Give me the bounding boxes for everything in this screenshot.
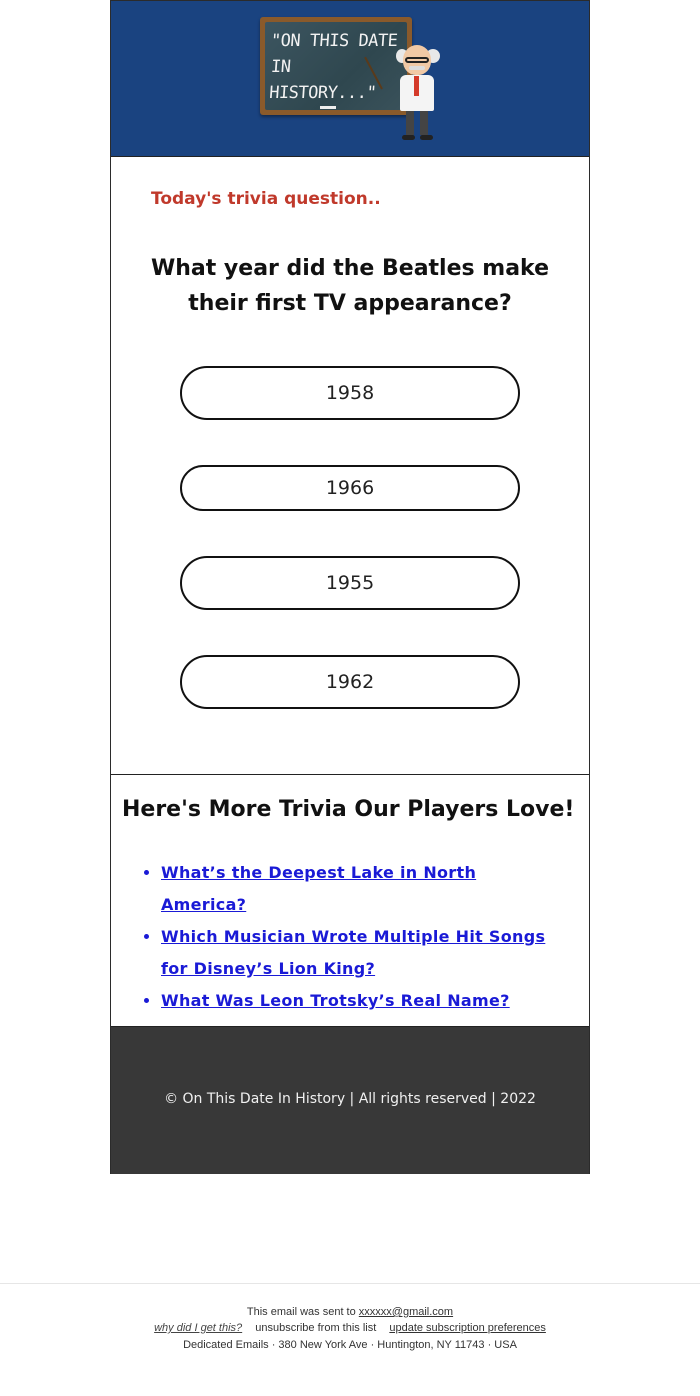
answer-button-1[interactable]: 1958 [180,366,520,420]
more-trivia-section: Here's More Trivia Our Players Love! Wha… [111,775,589,1027]
answer-button-3[interactable]: 1955 [180,556,520,610]
answer-button-4[interactable]: 1962 [180,655,520,709]
header-banner: "ON THIS DATE IN HISTORY..." [111,1,589,157]
list-item: Which Musician Wrote Multiple Hit Songs … [161,921,561,985]
sent-to-label: This email was sent to [246,1306,356,1318]
why-did-i-get-this-link[interactable]: why did I get this? [154,1322,242,1334]
update-preferences-link[interactable]: update subscription preferences [389,1322,546,1334]
chalkboard-line-1: "ON THIS DATE [270,31,399,51]
trivia-link-3[interactable]: What Was Leon Trotsky’s Real Name? [161,991,510,1010]
trivia-question-section: Today's trivia question.. What year did … [111,157,589,775]
chalkboard-line-2: IN HISTORY..." [268,57,377,103]
professor-illustration [394,43,444,143]
more-trivia-title: Here's More Trivia Our Players Love! [122,797,575,822]
list-item: What’s the Deepest Lake in North America… [161,857,561,921]
answer-button-2[interactable]: 1966 [180,465,520,511]
trivia-eyebrow: Today's trivia question.. [151,189,381,209]
more-trivia-list: What’s the Deepest Lake in North America… [111,857,561,1017]
chalkboard-logo: "ON THIS DATE IN HISTORY..." [260,17,412,115]
chalk-icon [320,106,336,109]
trivia-link-1[interactable]: What’s the Deepest Lake in North America… [161,863,476,914]
trivia-question: What year did the Beatles make their fir… [150,256,550,316]
copyright-text: © On This Date In History | All rights r… [164,1091,536,1107]
subscription-links: why did I get this? unsubscribe from thi… [0,1322,700,1334]
trivia-link-2[interactable]: Which Musician Wrote Multiple Hit Songs … [161,927,545,978]
unsubscribe-link[interactable]: unsubscribe from this list [255,1322,376,1334]
email-container: "ON THIS DATE IN HISTORY..." Today's tri… [110,0,590,1174]
divider [0,1283,700,1284]
recipient-email-link[interactable]: xxxxxx@gmail.com [359,1306,453,1318]
email-footer: © On This Date In History | All rights r… [111,1027,589,1174]
list-item: What Was Leon Trotsky’s Real Name? [161,985,561,1017]
chalkboard-text: "ON THIS DATE IN HISTORY..." [266,28,401,106]
sent-to-line: This email was sent to xxxxxx@gmail.com [0,1306,700,1318]
sender-address: Dedicated Emails · 380 New York Ave · Hu… [183,1339,517,1351]
